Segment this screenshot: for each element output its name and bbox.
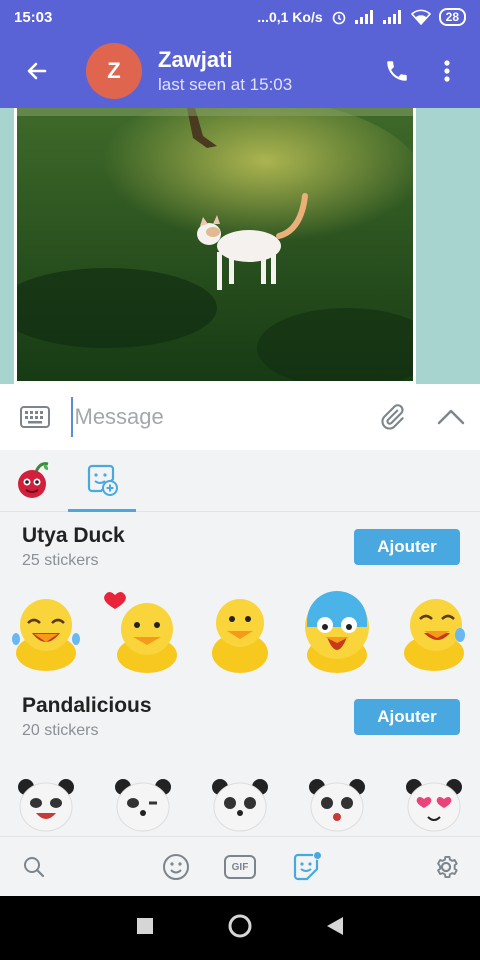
pack-count: 25 stickers: [22, 552, 99, 569]
signal-icon: [354, 10, 373, 24]
panda-love-sticker[interactable]: [392, 758, 476, 848]
cherry-icon: [18, 462, 49, 498]
pack-header: Pandalicious 20 stickers Ajouter: [22, 682, 460, 752]
back-arrow-icon: [27, 62, 47, 80]
keyboard-icon: [20, 406, 51, 428]
system-navigation-bar: [0, 896, 480, 960]
panda-wink-sticker[interactable]: [101, 758, 185, 848]
chat-header: Z Zawjati last seen at 15:03: [0, 34, 480, 108]
call-button[interactable]: [372, 34, 422, 108]
search-button[interactable]: [14, 837, 54, 897]
duck-shy-sticker[interactable]: [198, 587, 282, 677]
recents-button[interactable]: [136, 917, 154, 940]
signal-icon: [382, 10, 401, 24]
gif-label: GIF: [231, 861, 249, 873]
alarm-icon: [332, 11, 345, 25]
sticker-row-utya-duck: [0, 582, 480, 682]
settings-button[interactable]: [426, 837, 466, 897]
message-composer: [0, 384, 480, 450]
gear-icon: [437, 856, 458, 878]
tab-cherry-pack[interactable]: [0, 450, 68, 511]
wifi-icon: [410, 9, 431, 25]
sticker-pack-pandalicious: Pandalicious 20 stickers Ajouter: [0, 682, 480, 752]
emoji-tab-button[interactable]: [156, 837, 196, 897]
avatar[interactable]: Z: [86, 43, 142, 99]
more-vertical-icon: [444, 60, 450, 82]
last-seen-status: last seen at 15:03: [158, 75, 293, 94]
pack-info: Utya Duck 25 stickers: [22, 524, 125, 570]
cat-on-grass-photo: [17, 108, 413, 381]
back-nav-button[interactable]: [326, 916, 344, 941]
home-button[interactable]: [227, 913, 253, 944]
pack-header: Utya Duck 25 stickers Ajouter: [22, 512, 460, 582]
pack-name: Pandalicious: [22, 694, 152, 717]
chat-title-block[interactable]: Zawjati last seen at 15:03: [158, 47, 372, 95]
status-bar: 15:03 ...0,1 Ko/s 28: [0, 0, 480, 34]
paperclip-icon: [381, 404, 404, 430]
gif-tab-button[interactable]: GIF: [222, 837, 258, 897]
triangle-back-icon: [326, 916, 343, 935]
add-pack-button[interactable]: Ajouter: [354, 699, 460, 735]
attach-button[interactable]: [363, 384, 422, 450]
circle-icon: [228, 914, 252, 937]
duck-heart-sticker[interactable]: [101, 587, 185, 677]
sticker-tab-button[interactable]: [286, 837, 326, 897]
message-input[interactable]: [70, 397, 363, 437]
duck-scared-sticker[interactable]: [295, 587, 379, 677]
photo-message[interactable]: [14, 108, 416, 384]
pack-info: Pandalicious 20 stickers: [22, 694, 152, 740]
pack-name: Utya Duck: [22, 524, 125, 547]
add-pack-button[interactable]: Ajouter: [354, 529, 460, 565]
sticker-tabs: [0, 450, 480, 512]
panda-laughing-sticker[interactable]: [4, 758, 88, 848]
chevron-up-icon: [437, 409, 464, 425]
search-icon: [24, 857, 45, 878]
tab-add-stickers[interactable]: [68, 450, 136, 512]
panda-surprised-sticker[interactable]: [295, 758, 379, 848]
notification-dot: [313, 851, 322, 860]
collapse-panel-button[interactable]: [421, 384, 480, 450]
status-icons: ...0,1 Ko/s 28: [257, 8, 466, 26]
panda-smiling-sticker[interactable]: [198, 758, 282, 848]
smiley-icon: [163, 854, 189, 880]
sticker-panel: Utya Duck 25 stickers Ajouter Pandalicio…: [0, 450, 480, 896]
more-options-button[interactable]: [422, 34, 472, 108]
battery-icon: 28: [438, 8, 466, 26]
duck-crying-laugh-sticker[interactable]: [392, 587, 476, 677]
keyboard-button[interactable]: [0, 384, 71, 450]
back-button[interactable]: [0, 34, 74, 108]
phone-icon: [387, 61, 407, 81]
sticker-pack-utya-duck: Utya Duck 25 stickers Ajouter: [0, 512, 480, 582]
status-time: 15:03: [14, 8, 53, 26]
chat-area: [0, 108, 480, 384]
duck-laughing-sticker[interactable]: [4, 587, 88, 677]
pack-count: 20 stickers: [22, 722, 99, 739]
sticker-add-icon: [87, 464, 118, 496]
emoji-panel-bar: GIF: [0, 836, 480, 896]
square-icon: [137, 917, 154, 934]
network-speed: ...0,1 Ko/s: [257, 9, 323, 25]
chat-title: Zawjati: [158, 47, 233, 72]
avatar-letter: Z: [107, 58, 121, 83]
